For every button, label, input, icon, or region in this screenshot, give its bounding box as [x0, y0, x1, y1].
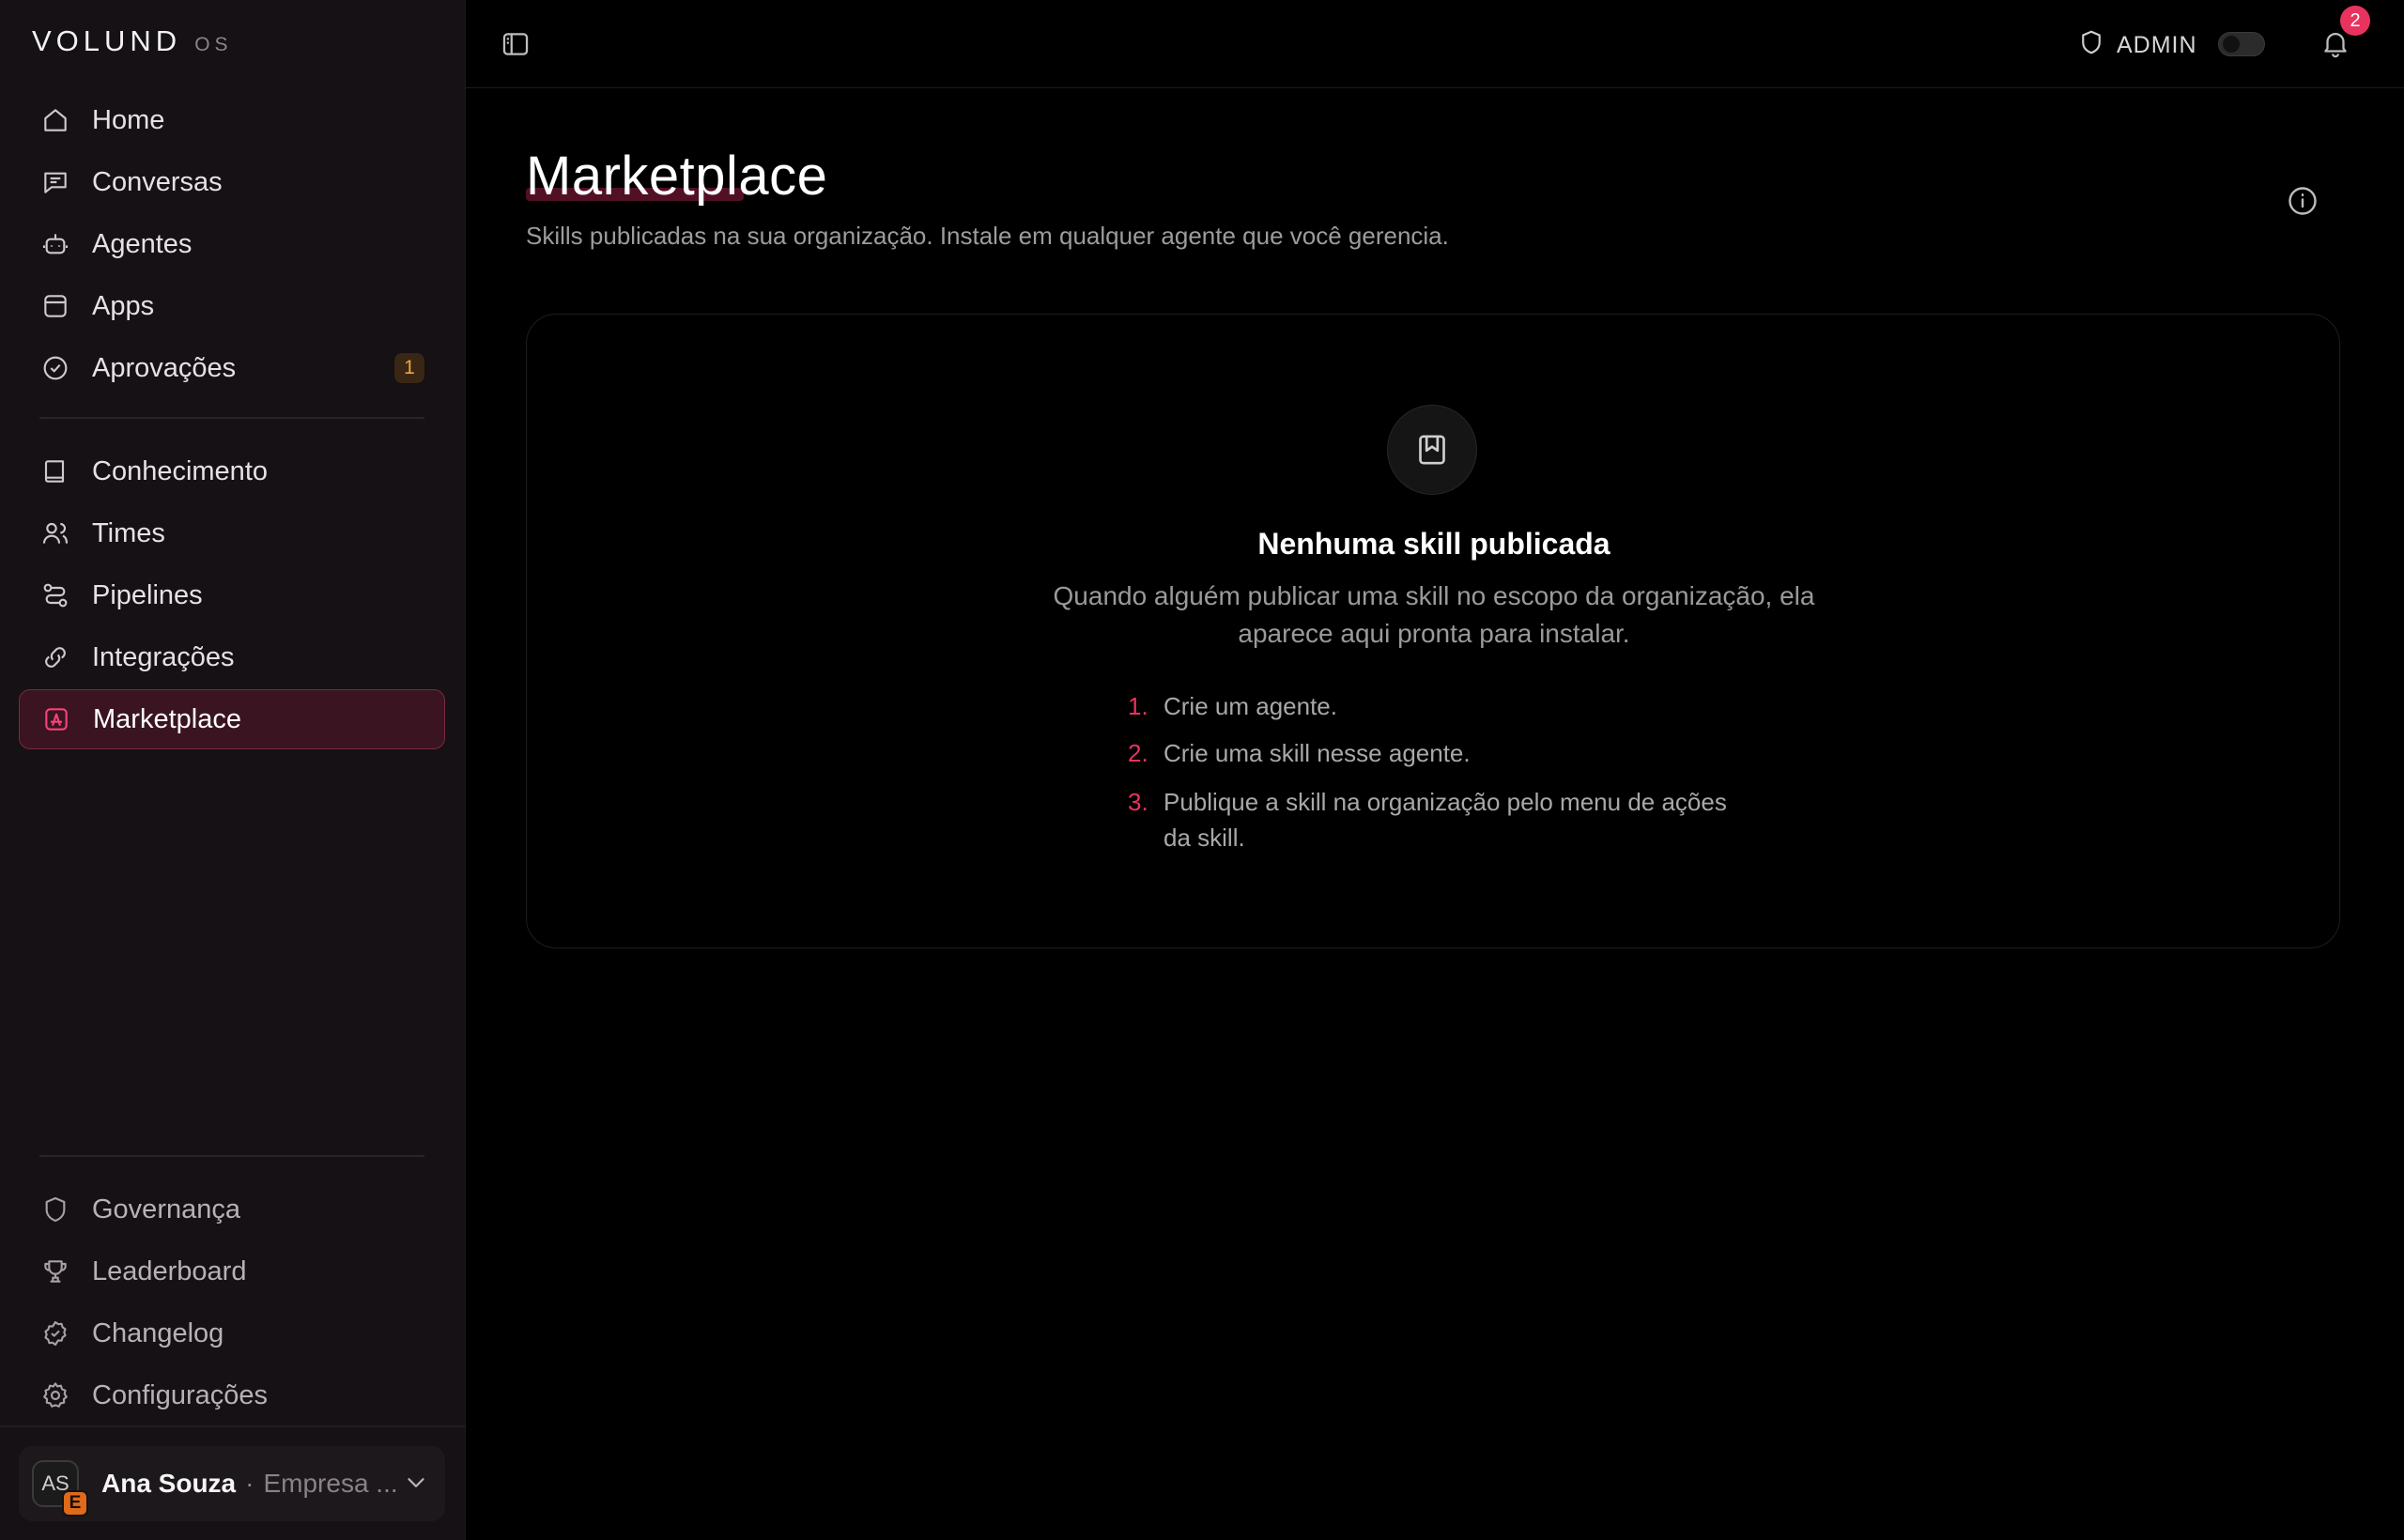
sidebar-item-changelog[interactable]: Changelog	[19, 1303, 445, 1363]
sidebar-item-leaderboard[interactable]: Leaderboard	[19, 1241, 445, 1301]
user-separator: ·	[245, 1469, 254, 1498]
chat-icon	[39, 166, 71, 198]
list-item: 3. Publique a skill na organização pelo …	[1128, 784, 1727, 855]
marketplace-icon	[40, 703, 72, 735]
org-avatar-badge: E	[62, 1490, 88, 1517]
sidebar-item-governanca[interactable]: Governança	[19, 1179, 445, 1240]
sidebar-item-label: Configurações	[92, 1379, 268, 1410]
sidebar: VOLUND OS Home Conversas Agentes Apps Ap…	[0, 0, 466, 1540]
home-icon	[39, 104, 71, 136]
app-window-icon	[39, 290, 71, 322]
page-subtitle: Skills publicadas na sua organização. In…	[526, 222, 1449, 250]
shield-icon	[39, 1194, 71, 1225]
logo-suffix: OS	[194, 34, 233, 55]
notification-count-badge: 2	[2340, 6, 2370, 36]
sidebar-item-conhecimento[interactable]: Conhecimento	[19, 441, 445, 501]
sidebar-item-label: Governança	[92, 1194, 240, 1224]
sidebar-item-label: Agentes	[92, 228, 193, 259]
topbar: ADMIN 2	[466, 0, 2404, 88]
sidebar-item-configuracoes[interactable]: Configurações	[19, 1365, 445, 1425]
badge-check-icon	[39, 1317, 71, 1349]
step-text: Crie um agente.	[1163, 692, 1337, 720]
step-text: Publique a skill na organização pelo men…	[1163, 788, 1727, 852]
empty-state-title: Nenhuma skill publicada	[1257, 527, 1610, 561]
logo-wordmark: VOLUND	[32, 24, 182, 57]
check-circle-icon	[39, 352, 71, 384]
avatar: AS E	[32, 1460, 88, 1517]
gear-icon	[39, 1379, 71, 1411]
empty-state-description: Quando alguém publicar uma skill no esco…	[1053, 581, 1815, 648]
app: VOLUND OS Home Conversas Agentes Apps Ap…	[0, 0, 2404, 1540]
user-name: Ana Souza	[101, 1469, 237, 1498]
sidebar-item-label: Conhecimento	[92, 455, 268, 486]
sidebar-item-home[interactable]: Home	[19, 90, 445, 150]
step-number: 3.	[1128, 788, 1148, 816]
sidebar-divider	[39, 1155, 424, 1157]
empty-state-card: Nenhuma skill publicada Quando alguém pu…	[526, 314, 2340, 948]
info-icon[interactable]	[2286, 184, 2319, 218]
step-number: 2.	[1128, 739, 1148, 767]
sidebar-item-label: Changelog	[92, 1317, 224, 1348]
sidebar-item-conversas[interactable]: Conversas	[19, 152, 445, 212]
role-label: ADMIN	[2117, 32, 2197, 58]
sidebar-item-aprovacoes[interactable]: Aprovações 1	[19, 338, 445, 398]
sidebar-item-label: Leaderboard	[92, 1255, 247, 1286]
step-number: 1.	[1128, 692, 1148, 720]
page-title: Marketplace	[526, 146, 828, 207]
sidebar-toggle-icon[interactable]	[500, 28, 532, 60]
trophy-icon	[39, 1255, 71, 1287]
sidebar-item-label: Integrações	[92, 641, 235, 672]
sidebar-item-label: Times	[92, 517, 165, 548]
step-text: Crie uma skill nesse agente.	[1163, 739, 1471, 767]
main-content: ADMIN 2 Marketplace Skills publicadas na…	[466, 0, 2404, 1540]
sidebar-item-label: Home	[92, 104, 165, 135]
list-item: 2. Crie uma skill nesse agente.	[1128, 735, 1727, 771]
approvals-count-badge: 1	[394, 353, 424, 383]
sidebar-item-marketplace[interactable]: Marketplace	[19, 689, 445, 749]
book-icon	[39, 455, 71, 487]
sidebar-item-label: Aprovações	[92, 352, 237, 383]
link-icon	[39, 641, 71, 673]
route-icon	[39, 579, 71, 611]
chevron-down-icon	[402, 1469, 430, 1497]
users-icon	[39, 517, 71, 549]
sidebar-item-apps[interactable]: Apps	[19, 276, 445, 336]
bookmark-icon	[1387, 405, 1477, 495]
shield-icon	[2077, 28, 2105, 63]
mode-toggle[interactable]	[2218, 32, 2265, 56]
sidebar-item-agentes[interactable]: Agentes	[19, 214, 445, 274]
user-org: Empresa ...	[263, 1469, 398, 1498]
sidebar-footer-divider	[0, 1425, 466, 1427]
toggle-knob	[2223, 36, 2240, 53]
user-switcher[interactable]: AS E Ana Souza · Empresa ...	[19, 1446, 445, 1521]
sidebar-divider	[39, 417, 424, 419]
sidebar-item-times[interactable]: Times	[19, 503, 445, 563]
sidebar-item-label: Marketplace	[93, 703, 241, 734]
bot-icon	[39, 228, 71, 260]
role-indicator: ADMIN	[2077, 28, 2197, 63]
logo[interactable]: VOLUND OS	[32, 24, 233, 58]
sidebar-item-label: Apps	[92, 290, 155, 321]
list-item: 1. Crie um agente.	[1128, 688, 1727, 724]
sidebar-item-label: Pipelines	[92, 579, 203, 610]
sidebar-item-integracoes[interactable]: Integrações	[19, 627, 445, 687]
sidebar-item-pipelines[interactable]: Pipelines	[19, 565, 445, 625]
sidebar-item-label: Conversas	[92, 166, 223, 197]
